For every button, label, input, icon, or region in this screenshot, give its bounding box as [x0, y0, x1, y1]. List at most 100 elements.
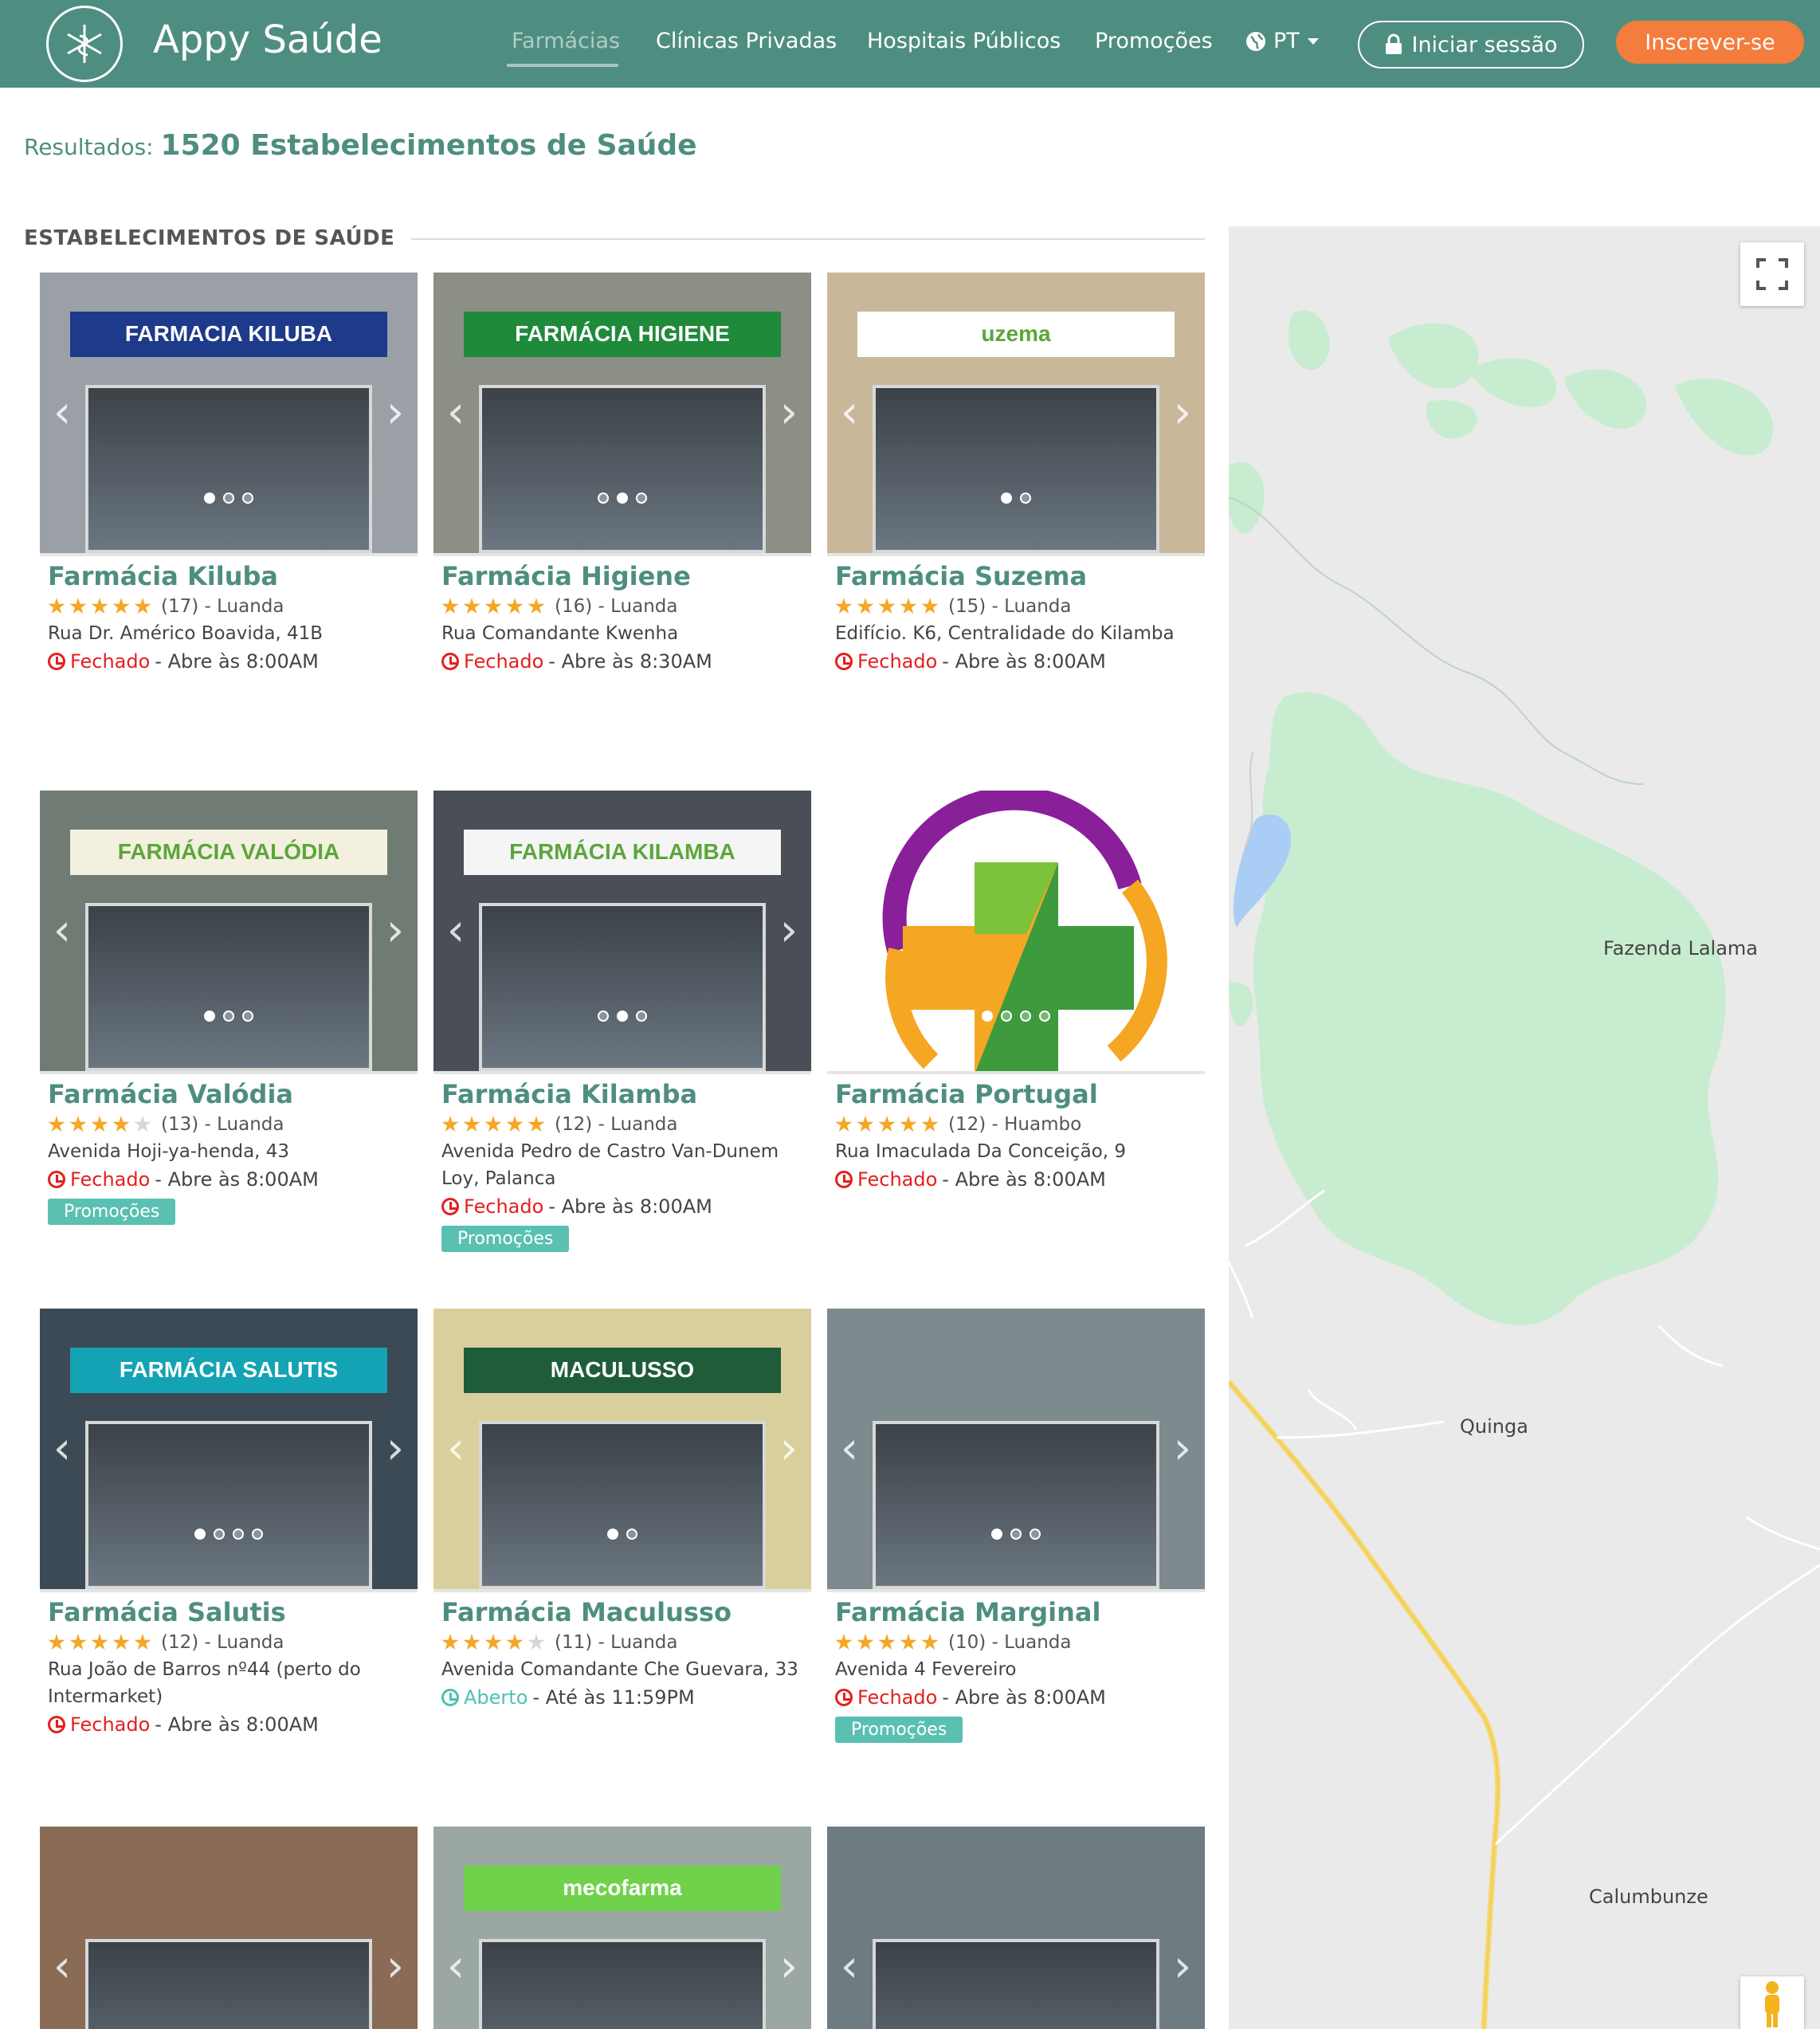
establishment-photo[interactable]: uzema ‹ › [827, 273, 1205, 556]
nav-promocoes[interactable]: Promoções [1095, 29, 1213, 53]
establishment-card[interactable]: mecofarma ‹ › [433, 1827, 811, 2029]
carousel-dot[interactable] [223, 1011, 234, 1022]
carousel-next-icon[interactable]: › [773, 389, 805, 437]
carousel-dot[interactable] [626, 1529, 637, 1540]
establishment-photo[interactable]: ‹ › [827, 1827, 1205, 2029]
carousel-prev-icon[interactable]: ‹ [440, 1943, 472, 1991]
carousel-next-icon[interactable]: › [379, 389, 411, 437]
establishment-card[interactable]: ‹ › [40, 1827, 418, 2029]
establishment-card[interactable]: FARMÁCIA VALÓDIA ‹ › Farmácia Valódia (13) -… [40, 791, 418, 1225]
establishment-card[interactable]: MACULUSSO ‹ › Farmácia Maculusso (11) - Luan… [433, 1309, 811, 1709]
carousel-next-icon[interactable]: › [773, 1425, 805, 1473]
carousel-next-icon[interactable]: › [1167, 907, 1198, 955]
carousel-dot[interactable] [991, 1529, 1002, 1540]
nav-hospitais-publicos[interactable]: Hospitais Públicos [867, 29, 1061, 53]
establishment-name[interactable]: Farmácia Salutis [48, 1597, 418, 1627]
promotions-badge[interactable]: Promoções [835, 1717, 963, 1743]
carousel-prev-icon[interactable]: ‹ [46, 1943, 78, 1991]
establishment-name[interactable]: Farmácia Higiene [441, 561, 811, 591]
app-title[interactable]: Appy Saúde [153, 18, 382, 62]
promotions-badge[interactable]: Promoções [48, 1199, 176, 1225]
establishment-name[interactable]: Farmácia Kiluba [48, 561, 418, 591]
establishment-photo[interactable]: FARMÁCIA SALUTIS ‹ › [40, 1309, 418, 1592]
carousel-dot[interactable] [1001, 1011, 1012, 1022]
carousel-prev-icon[interactable]: ‹ [834, 1943, 865, 1991]
carousel-dot[interactable] [242, 493, 253, 504]
carousel-dot[interactable] [1039, 1011, 1050, 1022]
carousel-dot[interactable] [242, 1011, 253, 1022]
carousel-prev-icon[interactable]: ‹ [440, 907, 472, 955]
establishment-name[interactable]: Farmácia Suzema [835, 561, 1205, 591]
carousel-next-icon[interactable]: › [1167, 1425, 1198, 1473]
street-view-button[interactable] [1740, 1976, 1804, 2029]
establishment-card[interactable]: FARMACIA KILUBA ‹ › Farmácia Kiluba (17) - L… [40, 273, 418, 673]
carousel-dot[interactable] [194, 1529, 206, 1540]
carousel-dot[interactable] [214, 1529, 225, 1540]
establishment-card[interactable]: FARMÁCIA HIGIENE ‹ › Farmácia Higiene (16) -… [433, 273, 811, 673]
establishment-photo[interactable]: FARMACIA KILUBA ‹ › [40, 273, 418, 556]
carousel-prev-icon[interactable]: ‹ [834, 389, 865, 437]
carousel-dot[interactable] [1020, 493, 1031, 504]
establishment-card[interactable]: ‹ › Farmácia Marginal (10) - Luanda Avenida … [827, 1309, 1205, 1743]
logo-icon[interactable] [46, 6, 123, 82]
establishment-photo[interactable]: mecofarma ‹ › [433, 1827, 811, 2029]
login-button[interactable]: Iniciar sessão [1358, 21, 1584, 69]
establishment-photo[interactable]: ‹ › [827, 791, 1205, 1074]
carousel-dot[interactable] [598, 1011, 609, 1022]
carousel-dot[interactable] [223, 493, 234, 504]
establishment-card[interactable]: ‹ › [827, 1827, 1205, 2029]
carousel-next-icon[interactable]: › [379, 907, 411, 955]
fullscreen-button[interactable] [1740, 242, 1804, 306]
carousel-next-icon[interactable]: › [379, 1943, 411, 1991]
carousel-next-icon[interactable]: › [773, 1943, 805, 1991]
carousel-dot[interactable] [617, 1011, 628, 1022]
carousel-prev-icon[interactable]: ‹ [46, 389, 78, 437]
carousel-dot[interactable] [204, 493, 215, 504]
carousel-next-icon[interactable]: › [1167, 1943, 1198, 1991]
carousel-dot[interactable] [204, 1011, 215, 1022]
establishment-name[interactable]: Farmácia Kilamba [441, 1079, 811, 1109]
map-canvas[interactable] [1229, 226, 1820, 2029]
establishment-card[interactable]: ‹ › Farmácia Portugal (12) - Huambo Rua Imac… [827, 791, 1205, 1191]
nav-farmacias[interactable]: Farmácias [512, 29, 620, 53]
carousel-prev-icon[interactable]: ‹ [46, 1425, 78, 1473]
carousel-dot[interactable] [636, 493, 647, 504]
establishment-name[interactable]: Farmácia Portugal [835, 1079, 1205, 1109]
establishment-name[interactable]: Farmácia Maculusso [441, 1597, 811, 1627]
carousel-dot[interactable] [598, 493, 609, 504]
carousel-next-icon[interactable]: › [379, 1425, 411, 1473]
establishment-name[interactable]: Farmácia Marginal [835, 1597, 1205, 1627]
carousel-prev-icon[interactable]: ‹ [440, 1425, 472, 1473]
nav-clinicas-privadas[interactable]: Clínicas Privadas [656, 29, 837, 53]
establishment-card[interactable]: FARMÁCIA KILAMBA ‹ › Farmácia Kilamba (12) -… [433, 791, 811, 1252]
carousel-dot[interactable] [617, 493, 628, 504]
carousel-prev-icon[interactable]: ‹ [834, 1425, 865, 1473]
signup-button[interactable]: Inscrever-se [1616, 21, 1804, 64]
establishment-photo[interactable]: ‹ › [827, 1309, 1205, 1592]
carousel-dot[interactable] [636, 1011, 647, 1022]
carousel-dot[interactable] [1030, 1529, 1041, 1540]
carousel-next-icon[interactable]: › [1167, 389, 1198, 437]
establishment-photo[interactable]: FARMÁCIA KILAMBA ‹ › [433, 791, 811, 1074]
establishment-photo[interactable]: FARMÁCIA VALÓDIA ‹ › [40, 791, 418, 1074]
carousel-next-icon[interactable]: › [773, 907, 805, 955]
establishment-card[interactable]: uzema ‹ › Farmácia Suzema (15) - Luanda Edifí… [827, 273, 1205, 673]
carousel-dot[interactable] [607, 1529, 618, 1540]
carousel-prev-icon[interactable]: ‹ [440, 389, 472, 437]
promotions-badge[interactable]: Promoções [441, 1226, 570, 1252]
establishment-name[interactable]: Farmácia Valódia [48, 1079, 418, 1109]
establishment-photo[interactable]: ‹ › [40, 1827, 418, 2029]
map-panel[interactable]: Fazenda Lalama Quinga Calumbunze [1229, 226, 1820, 2029]
carousel-dot[interactable] [1010, 1529, 1022, 1540]
carousel-dot[interactable] [1020, 1011, 1031, 1022]
establishment-card[interactable]: FARMÁCIA SALUTIS ‹ › Farmácia Salutis (12) -… [40, 1309, 418, 1736]
carousel-dot[interactable] [252, 1529, 263, 1540]
carousel-dot[interactable] [233, 1529, 244, 1540]
carousel-prev-icon[interactable]: ‹ [46, 907, 78, 955]
language-selector[interactable]: PT [1245, 29, 1320, 53]
establishment-photo[interactable]: MACULUSSO ‹ › [433, 1309, 811, 1592]
carousel-dot[interactable] [1001, 493, 1012, 504]
carousel-prev-icon[interactable]: ‹ [834, 907, 865, 955]
carousel-dot[interactable] [982, 1011, 993, 1022]
establishment-photo[interactable]: FARMÁCIA HIGIENE ‹ › [433, 273, 811, 556]
